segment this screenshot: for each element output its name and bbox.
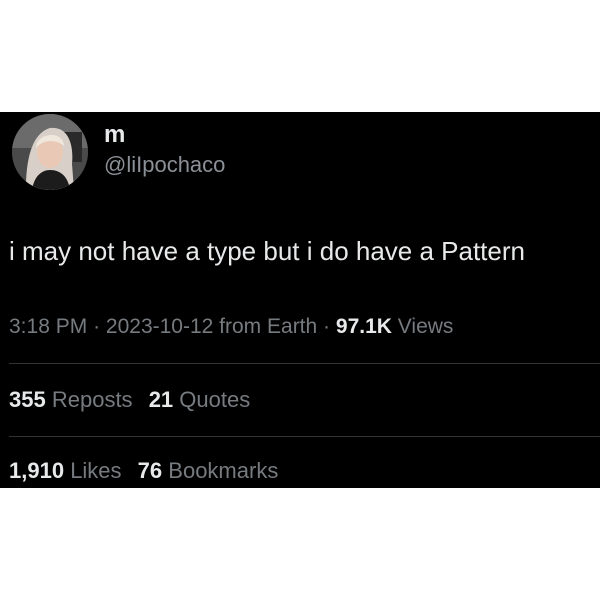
- tweet-date[interactable]: 2023-10-12: [106, 315, 213, 338]
- bookmarks-count: 76: [137, 458, 163, 483]
- reposts-label: Reposts: [51, 387, 133, 412]
- quotes-stat[interactable]: 21 Quotes: [149, 387, 251, 412]
- divider: [9, 436, 600, 437]
- likes-label: Likes: [70, 458, 122, 483]
- tweet-card: m @liIpochaco i may not have a type but …: [0, 112, 600, 488]
- bookmarks-label: Bookmarks: [168, 458, 279, 483]
- reposts-stat[interactable]: 355 Reposts: [9, 387, 133, 412]
- tweet-source: from Earth: [219, 315, 318, 338]
- tweet-text: i may not have a type but i do have a Pa…: [9, 236, 525, 266]
- likes-stat[interactable]: 1,910 Likes: [9, 458, 122, 483]
- meta-separator: ·: [323, 315, 331, 338]
- meta-separator: ·: [93, 315, 101, 338]
- views-count: 97.1K: [335, 315, 392, 338]
- bookmarks-stat[interactable]: 76 Bookmarks: [138, 458, 279, 483]
- display-name[interactable]: m: [104, 122, 125, 148]
- tweet-meta: 3:18 PM · 2023-10-12 from Earth · 97.1K …: [9, 314, 453, 340]
- reposts-count: 355: [9, 387, 46, 412]
- avatar-image: [12, 114, 88, 190]
- user-handle[interactable]: @liIpochaco: [104, 152, 225, 178]
- views-label: Views: [397, 315, 454, 338]
- stats-row-reposts: 355 Reposts 21 Quotes: [9, 387, 250, 413]
- quotes-label: Quotes: [179, 387, 251, 412]
- divider: [9, 363, 600, 364]
- likes-count: 1,910: [9, 458, 65, 483]
- stats-row-likes: 1,910 Likes 76 Bookmarks: [9, 458, 278, 484]
- tweet-time[interactable]: 3:18 PM: [9, 315, 87, 338]
- quotes-count: 21: [148, 387, 174, 412]
- avatar[interactable]: [12, 114, 88, 190]
